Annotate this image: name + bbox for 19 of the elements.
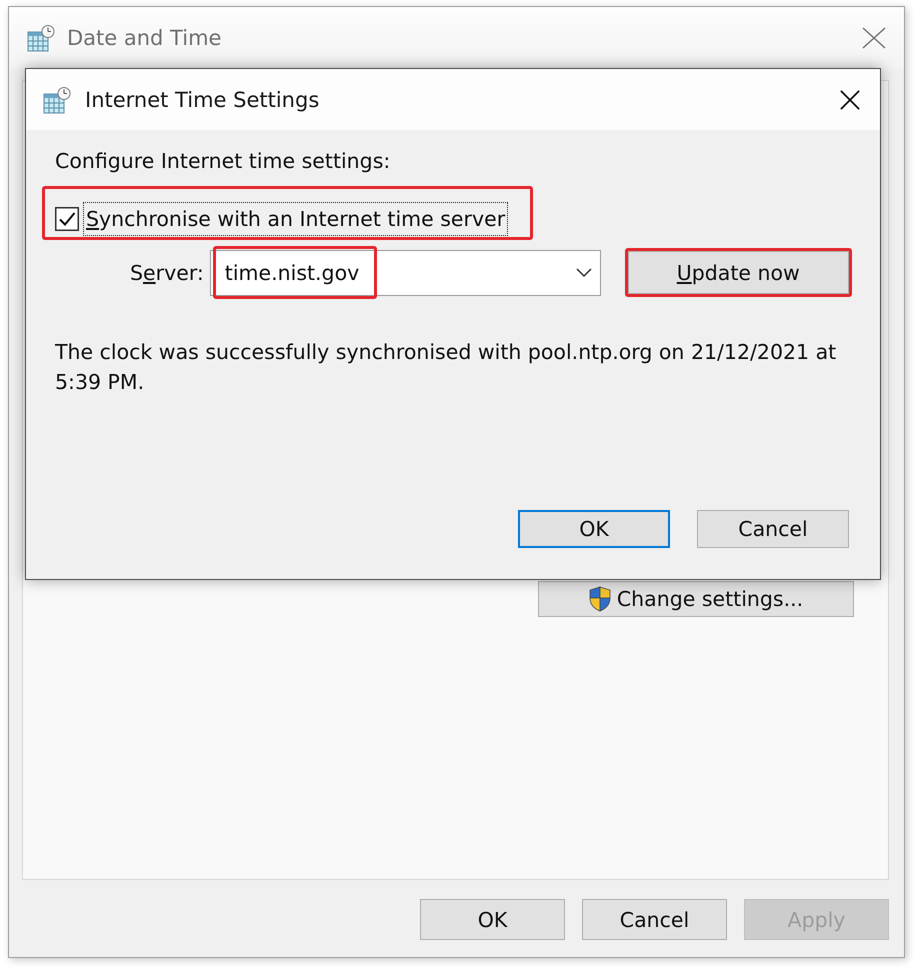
sync-checkbox[interactable] [55, 207, 79, 231]
server-label: Server: [130, 260, 204, 286]
shield-icon [588, 586, 611, 612]
server-value: time.nist.gov [224, 260, 360, 286]
dialog-button[interactable]: Cancel [582, 899, 727, 940]
close-icon[interactable] [840, 90, 860, 110]
chevron-down-icon[interactable] [576, 268, 592, 278]
dialog-button[interactable]: OK [518, 510, 670, 548]
change-settings-button[interactable]: Change settings... [538, 581, 854, 617]
calendar-clock-icon [43, 86, 71, 114]
dialog-title: Internet Time Settings [85, 86, 320, 112]
checkbox-label[interactable]: Synchronise with an Internet time server [84, 203, 508, 235]
window-title: Date and Time [67, 24, 222, 50]
dialog-button[interactable]: OK [420, 899, 565, 940]
update-now-button[interactable]: Update now [628, 251, 849, 294]
dialog-button[interactable]: Cancel [697, 510, 849, 548]
status-message: The clock was successfully synchronised with pool.ntp.org on 21/12/2021 at 5:39 PM. [55, 339, 838, 396]
calendar-clock-icon [27, 24, 55, 52]
section-heading: Configure Internet time settings: [55, 149, 392, 173]
